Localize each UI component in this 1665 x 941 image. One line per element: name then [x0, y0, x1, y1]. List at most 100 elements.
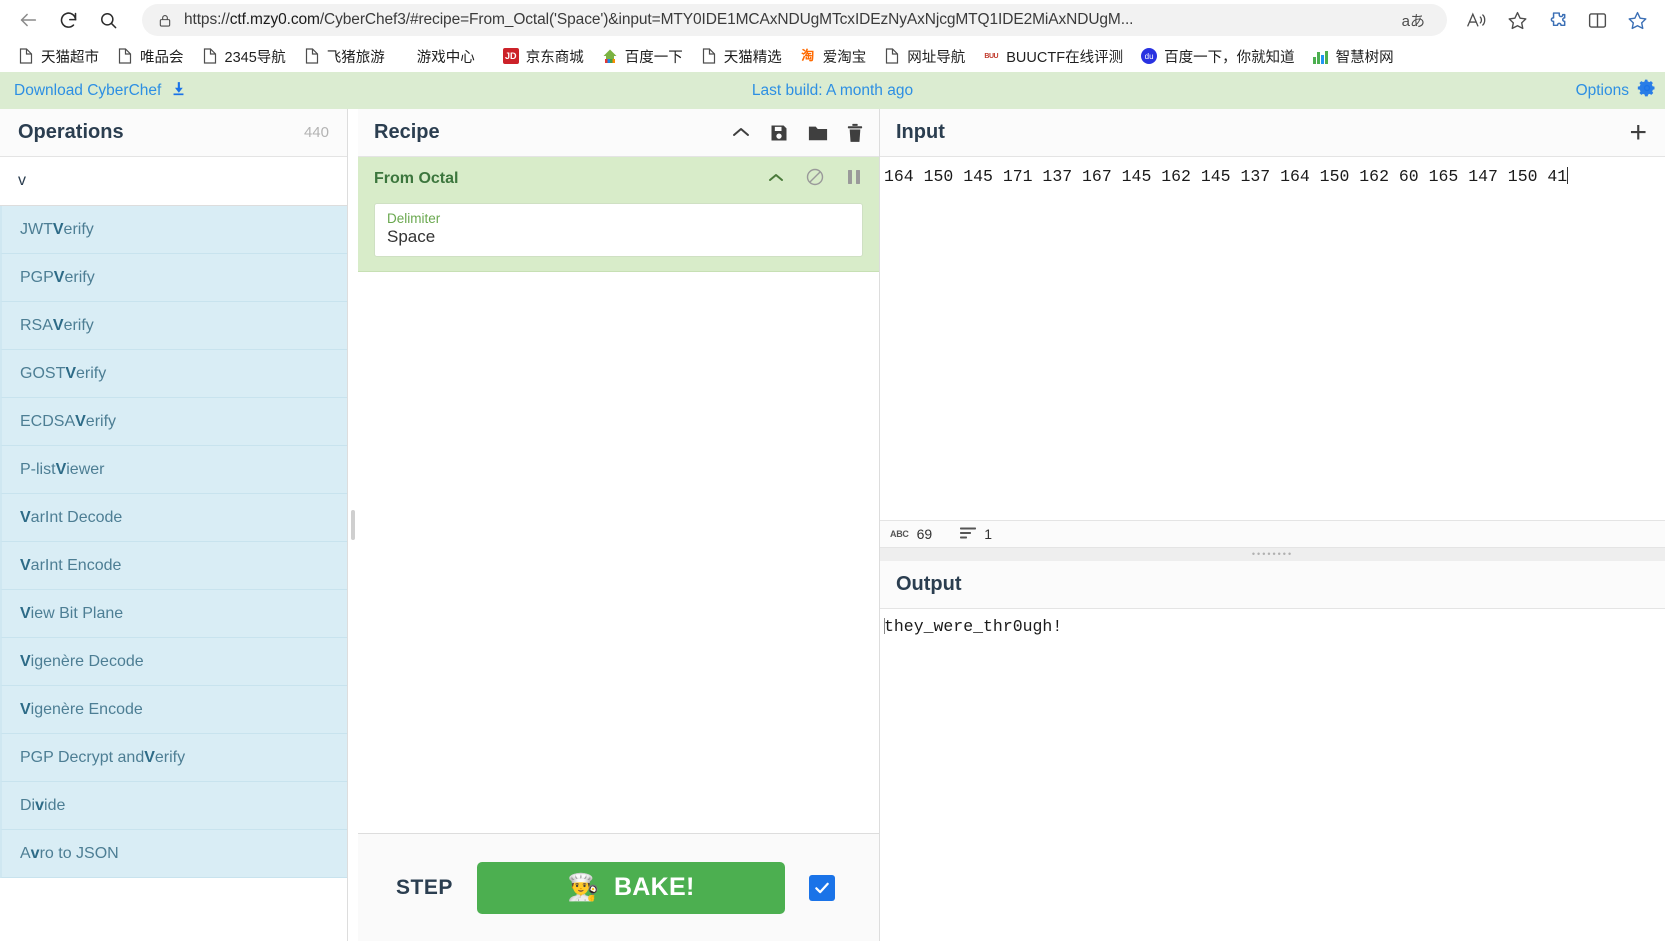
output-value: they_were_thr0ugh! [884, 617, 1063, 636]
delimiter-label: Delimiter [387, 211, 441, 226]
bookmark-item[interactable]: 天猫精选 [693, 43, 790, 69]
bookmark-item[interactable]: 游戏中心 [409, 43, 483, 69]
operation-list-item[interactable]: ECDSA Verify [0, 398, 347, 446]
input-length-value: 69 [916, 526, 933, 542]
operation-list-item[interactable]: Vigenère Encode [0, 686, 347, 734]
bookmark-item[interactable]: 网址导航 [876, 43, 973, 69]
recipe-operation-args: Delimiter Space [358, 201, 879, 271]
op-match: V [20, 604, 31, 622]
url-text: https://ctf.mzy0.com/CyberChef3/#recipe=… [184, 11, 1134, 28]
extensions-icon[interactable] [1537, 4, 1577, 36]
op-match: V [75, 412, 86, 430]
bookmark-label: 2345导航 [224, 49, 286, 66]
operation-list-item[interactable]: Av ro to JSON [0, 830, 347, 878]
bookmark-label: 天猫超市 [41, 49, 99, 66]
bookmark-item[interactable]: 唯品会 [109, 43, 192, 69]
lock-icon[interactable] [158, 12, 172, 29]
clear-recipe-icon[interactable] [847, 123, 863, 143]
io-splitter[interactable]: •••••••• [880, 548, 1665, 561]
operation-list-item[interactable]: Di v ide [0, 782, 347, 830]
options-button[interactable]: Options [1576, 78, 1657, 103]
translate-icon[interactable]: aあ [1392, 10, 1435, 31]
cyberchef-body: Operations 440 JWT Verify PGP Verify RSA… [0, 109, 1665, 941]
delimiter-field[interactable]: Delimiter Space [374, 203, 863, 257]
recipe-operation[interactable]: From Octal Delimiter Space [358, 157, 879, 272]
operation-list-item[interactable]: View Bit Plane [0, 590, 347, 638]
input-section: Input + 164 150 145 171 137 167 145 162 … [880, 109, 1665, 520]
operation-list-item[interactable]: Vigenère Decode [0, 638, 347, 686]
operation-list-item[interactable]: P-list Viewer [0, 446, 347, 494]
delimiter-value[interactable]: Space [387, 227, 850, 247]
operations-title: Operations [18, 121, 124, 143]
bookmark-item[interactable]: 智慧树网 [1305, 43, 1402, 69]
splitter-dots: •••••••• [1251, 549, 1294, 559]
output-textarea[interactable]: they_were_thr0ugh! [880, 609, 1665, 941]
load-recipe-icon[interactable] [807, 123, 829, 143]
search-input[interactable] [0, 157, 347, 205]
input-title: Input [896, 121, 945, 143]
bake-button[interactable]: 👨‍🍳 BAKE! [476, 861, 785, 914]
browser-navigation-bar: https://ctf.mzy0.com/CyberChef3/#recipe=… [0, 0, 1665, 40]
bookmark-label: 网址导航 [907, 49, 966, 66]
output-title: Output [896, 573, 962, 595]
options-label: Options [1575, 81, 1629, 99]
bookmark-item[interactable]: BUU BUUCTF在线评测 [975, 43, 1131, 69]
input-textarea[interactable]: 164 150 145 171 137 167 145 162 145 137 … [880, 157, 1665, 520]
operation-list-item[interactable]: VarInt Decode [0, 494, 347, 542]
back-button[interactable] [8, 4, 48, 36]
taobao-icon: 淘 [801, 48, 815, 63]
op-post: arInt Decode [30, 508, 123, 526]
operation-list-item[interactable]: PGP Verify [0, 254, 347, 302]
disable-operation-icon[interactable] [805, 167, 825, 192]
read-aloud-icon[interactable] [1457, 4, 1497, 36]
operations-title-bar: Operations 440 [0, 109, 347, 157]
input-lines-status: 1 [960, 526, 992, 542]
save-recipe-icon[interactable] [769, 123, 789, 143]
bookmark-item[interactable]: 天猫超市 [10, 43, 107, 69]
op-match: V [20, 700, 31, 718]
bookmark-item[interactable]: 2345导航 [194, 43, 294, 69]
bookmark-item[interactable]: 飞猪旅游 [296, 43, 393, 69]
step-button[interactable]: STEP [374, 876, 453, 900]
bookmark-item[interactable]: 淘 爱淘宝 [792, 43, 875, 69]
lines-icon [960, 526, 977, 542]
recipe-title: Recipe [374, 121, 440, 143]
cyberchef-banner: Download CyberChef Last build: A month a… [0, 72, 1665, 109]
operations-list[interactable]: JWT Verify PGP Verify RSA Verify GOST Ve… [0, 206, 347, 941]
bookmark-item[interactable]: du 百度一下，你就知道 [1133, 43, 1303, 69]
download-cyberchef-link[interactable]: Download CyberChef [14, 80, 187, 102]
op-match: V [20, 652, 31, 670]
browser-chrome: https://ctf.mzy0.com/CyberChef3/#recipe=… [0, 0, 1665, 72]
recipe-operation-header[interactable]: From Octal [358, 157, 879, 201]
bookmark-label: 唯品会 [140, 49, 184, 66]
operation-list-item[interactable]: PGP Decrypt and Verify [0, 734, 347, 782]
operation-list-item[interactable]: GOST Verify [0, 350, 347, 398]
split-screen-icon[interactable] [1577, 4, 1617, 36]
page-icon [701, 48, 717, 64]
add-input-tab-icon[interactable]: + [1629, 117, 1649, 148]
refresh-button[interactable] [48, 4, 88, 36]
chevron-up-icon[interactable] [731, 126, 751, 139]
breakpoint-pause-icon[interactable] [845, 168, 863, 191]
op-match: V [55, 460, 67, 478]
recipe-operation-name: From Octal [374, 170, 459, 187]
operations-count: 440 [303, 124, 329, 141]
op-post: igenère Encode [30, 700, 143, 718]
recipe-controls-bar: STEP 👨‍🍳 BAKE! [358, 833, 879, 941]
recipe-operations-list[interactable]: From Octal Delimiter Space [358, 157, 879, 833]
chevron-up-icon[interactable] [767, 170, 785, 188]
bookmark-label: 爱淘宝 [822, 49, 867, 66]
bookmark-item[interactable]: JD 京东商城 [495, 43, 592, 69]
operations-recipe-splitter[interactable] [348, 109, 358, 941]
address-bar[interactable]: https://ctf.mzy0.com/CyberChef3/#recipe=… [142, 4, 1447, 36]
auto-bake-checkbox[interactable] [809, 874, 835, 901]
favorite-star-icon[interactable] [1497, 4, 1537, 36]
abc-icon: ABC [890, 529, 909, 539]
search-icon[interactable] [88, 4, 128, 36]
collections-icon[interactable] [1617, 4, 1657, 36]
operation-list-item[interactable]: RSA Verify [0, 302, 347, 350]
bookmark-item[interactable]: 百度一下 [594, 43, 691, 69]
operation-list-item[interactable]: JWT Verify [0, 206, 347, 254]
last-build-label: Last build: A month ago [751, 81, 914, 99]
operation-list-item[interactable]: VarInt Encode [0, 542, 347, 590]
